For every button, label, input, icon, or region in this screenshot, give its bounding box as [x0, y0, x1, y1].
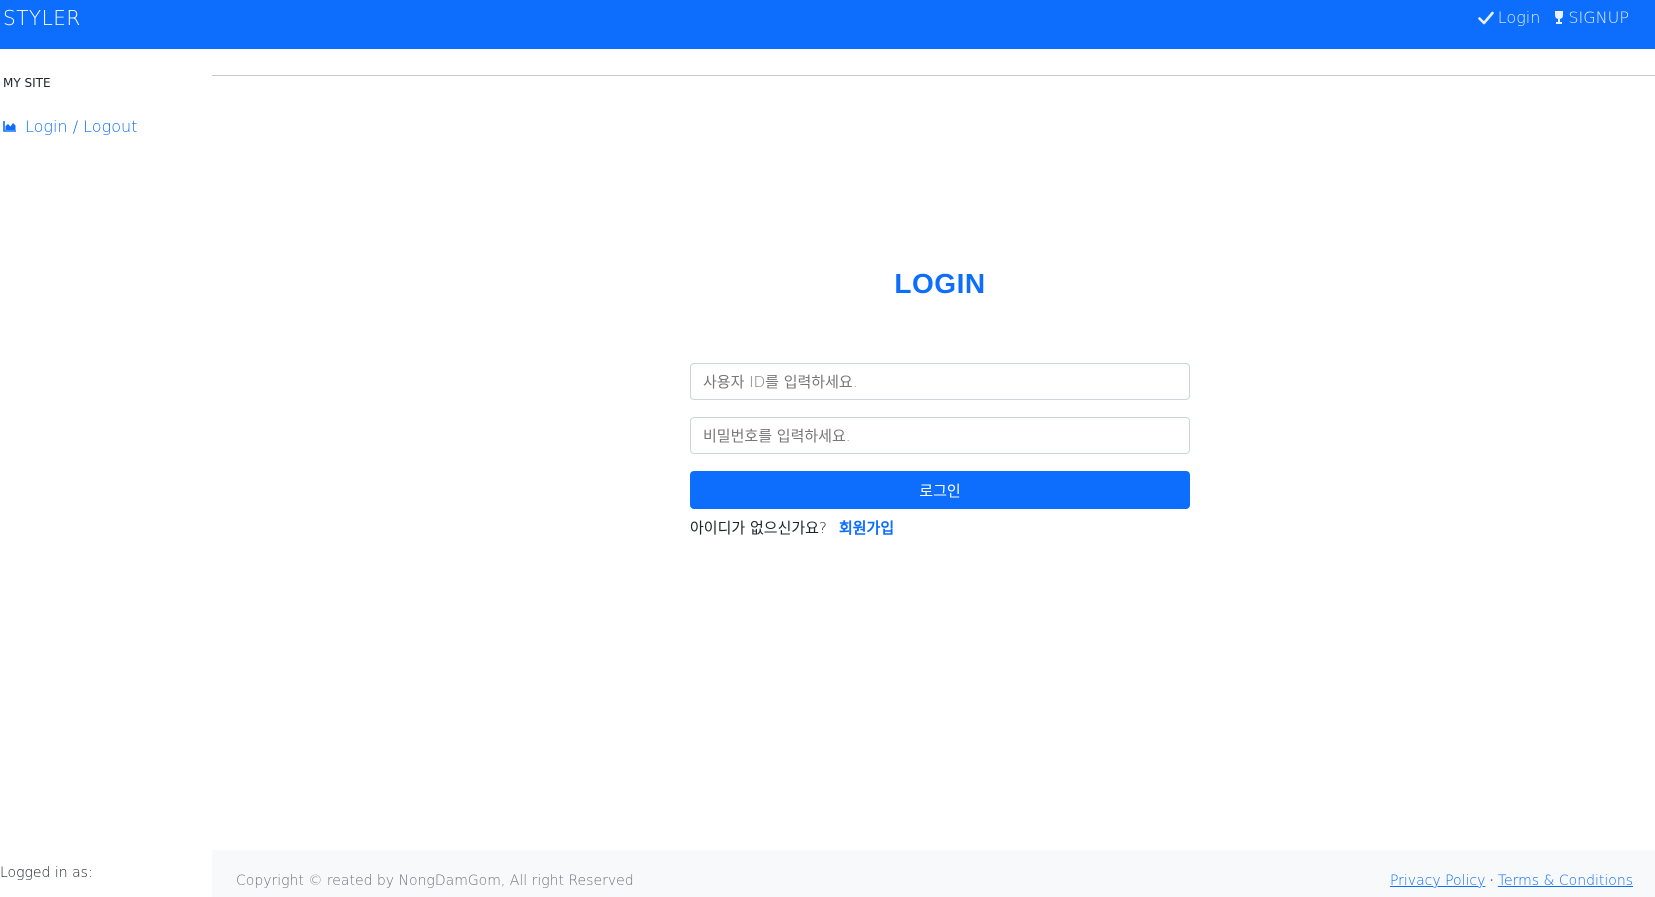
chart-area-icon — [3, 117, 17, 136]
copyright-text: Copyright © reated by NongDamGom, All ri… — [236, 873, 634, 889]
page-title: LOGIN — [894, 268, 986, 299]
sidebar-item-login-logout[interactable]: Login / Logout — [3, 117, 137, 136]
terms-link[interactable]: Terms & Conditions — [1498, 873, 1633, 889]
signup-link[interactable]: 회원가입 — [839, 517, 894, 538]
footer-separator: · — [1489, 873, 1494, 889]
check-icon — [1477, 11, 1494, 25]
user-id-input[interactable] — [690, 363, 1190, 400]
nav-login-link[interactable]: Login — [1477, 8, 1541, 27]
navbar-right: Login SIGNUP — [1477, 8, 1629, 27]
footer-links: Privacy Policy · Terms & Conditions — [1390, 873, 1633, 889]
top-navbar: STYLER Login SIGNUP — [0, 0, 1655, 49]
password-input[interactable] — [690, 417, 1190, 454]
privacy-policy-link[interactable]: Privacy Policy — [1390, 873, 1485, 889]
logged-in-as-text: Logged in as: — [0, 865, 93, 881]
login-form: LOGIN 로그인 아이디가 없으신가요? 회원가입 — [690, 268, 1190, 537]
nav-signup-label: SIGNUP — [1568, 8, 1629, 27]
sidebar-heading: MY SITE — [3, 76, 51, 90]
page-footer: Copyright © reated by NongDamGom, All ri… — [212, 850, 1655, 897]
sidebar: MY SITE Login / Logout Logged in as: — [0, 49, 212, 897]
signup-row: 아이디가 없으신가요? 회원가입 — [690, 517, 894, 538]
nav-signup-link[interactable]: SIGNUP — [1554, 8, 1629, 27]
header-divider — [212, 75, 1655, 76]
login-button[interactable]: 로그인 — [690, 471, 1190, 509]
nav-login-label: Login — [1497, 8, 1541, 27]
signup-prompt: 아이디가 없으신가요? — [690, 519, 827, 537]
sidebar-item-label: Login / Logout — [25, 117, 138, 136]
brand-logo[interactable]: STYLER — [3, 6, 81, 30]
trophy-icon — [1554, 10, 1564, 25]
